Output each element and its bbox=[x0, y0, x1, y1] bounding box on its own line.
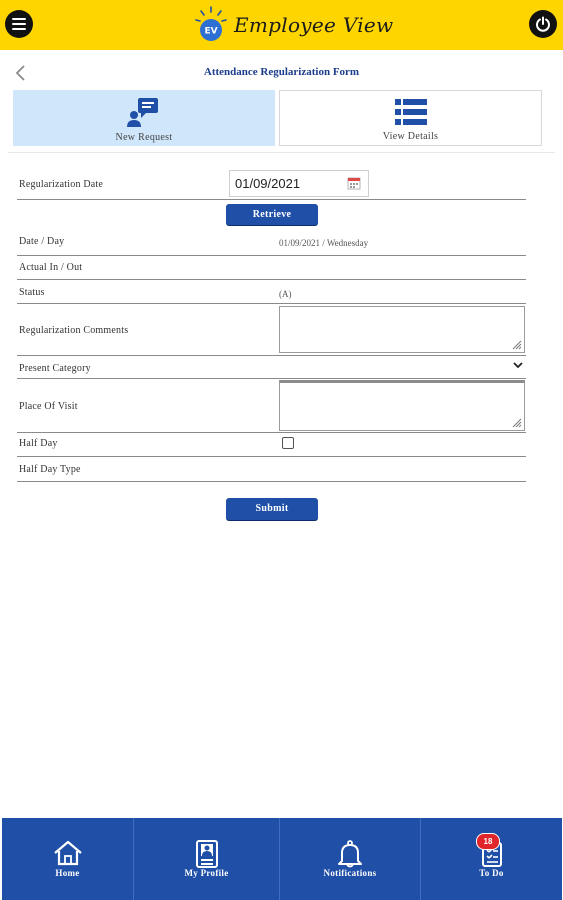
half-day-type-label: Half Day Type bbox=[19, 464, 81, 475]
bottom-navigation: Home My Profile Notifications 18 To Do bbox=[2, 818, 562, 900]
nav-my-profile[interactable]: My Profile bbox=[134, 818, 280, 900]
date-day-value: 01/09/2021 / Wednesday bbox=[279, 238, 369, 248]
place-of-visit-label: Place Of Visit bbox=[19, 401, 78, 412]
page-title: Attendance Regularization Form bbox=[203, 66, 360, 78]
tab-new-request[interactable]: New Request bbox=[13, 90, 275, 146]
nav-to-do-label: To Do bbox=[479, 868, 504, 878]
regularization-comments-textarea[interactable] bbox=[279, 306, 525, 353]
nav-my-profile-label: My Profile bbox=[184, 868, 229, 878]
row-separator bbox=[17, 378, 526, 379]
regularization-date-input[interactable]: 01/09/2021 bbox=[229, 170, 369, 197]
logout-button[interactable] bbox=[529, 10, 557, 38]
half-day-checkbox[interactable] bbox=[282, 437, 294, 449]
row-separator bbox=[17, 199, 526, 200]
tab-view-details-label: View Details bbox=[382, 131, 439, 142]
nav-notifications[interactable]: Notifications bbox=[280, 818, 421, 900]
nav-home-label: Home bbox=[55, 868, 80, 878]
todo-badge: 18 bbox=[476, 833, 500, 850]
retrieve-button[interactable]: Retrieve bbox=[226, 204, 318, 225]
resize-grip-icon[interactable] bbox=[512, 340, 522, 350]
place-of-visit-textarea[interactable] bbox=[279, 380, 525, 431]
calendar-icon[interactable] bbox=[347, 176, 361, 190]
row-separator bbox=[17, 255, 526, 256]
profile-icon bbox=[195, 840, 218, 868]
logo-initials: EV bbox=[204, 27, 217, 37]
nav-to-do[interactable]: 18 To Do bbox=[421, 818, 562, 900]
row-separator bbox=[17, 456, 526, 457]
actual-in-out-label: Actual In / Out bbox=[19, 262, 83, 273]
row-separator bbox=[17, 432, 526, 433]
chat-user-icon bbox=[127, 98, 158, 127]
status-value: (A) bbox=[279, 289, 292, 299]
present-category-label: Present Category bbox=[19, 363, 91, 374]
list-icon bbox=[394, 99, 427, 125]
app-logo: EV Employee View bbox=[194, 4, 393, 46]
date-day-label: Date / Day bbox=[19, 236, 65, 247]
status-label: Status bbox=[19, 287, 45, 298]
present-category-select[interactable]: Present Category bbox=[17, 358, 526, 378]
bell-icon bbox=[338, 840, 362, 868]
row-separator bbox=[17, 279, 526, 280]
tab-view-details[interactable]: View Details bbox=[279, 90, 542, 146]
submit-button[interactable]: Submit bbox=[226, 498, 318, 520]
regularization-comments-label: Regularization Comments bbox=[19, 325, 129, 336]
nav-home[interactable]: Home bbox=[2, 818, 134, 900]
app-name: Employee View bbox=[234, 13, 394, 37]
regularization-date-label: Regularization Date bbox=[19, 179, 104, 190]
menu-icon bbox=[12, 18, 26, 30]
half-day-label: Half Day bbox=[19, 438, 58, 449]
resize-grip-icon[interactable] bbox=[512, 418, 522, 428]
app-header: EV Employee View bbox=[0, 0, 563, 50]
divider bbox=[8, 152, 555, 153]
power-icon bbox=[536, 16, 550, 32]
row-separator bbox=[17, 355, 526, 356]
tab-new-request-label: New Request bbox=[115, 132, 173, 143]
row-separator bbox=[17, 303, 526, 304]
menu-button[interactable] bbox=[5, 10, 33, 38]
nav-notifications-label: Notifications bbox=[323, 868, 377, 878]
regularization-date-value: 01/09/2021 bbox=[235, 176, 301, 191]
row-separator bbox=[17, 481, 526, 482]
logo-icon: EV bbox=[195, 6, 227, 41]
home-icon bbox=[53, 840, 82, 866]
chevron-down-icon bbox=[513, 362, 523, 369]
